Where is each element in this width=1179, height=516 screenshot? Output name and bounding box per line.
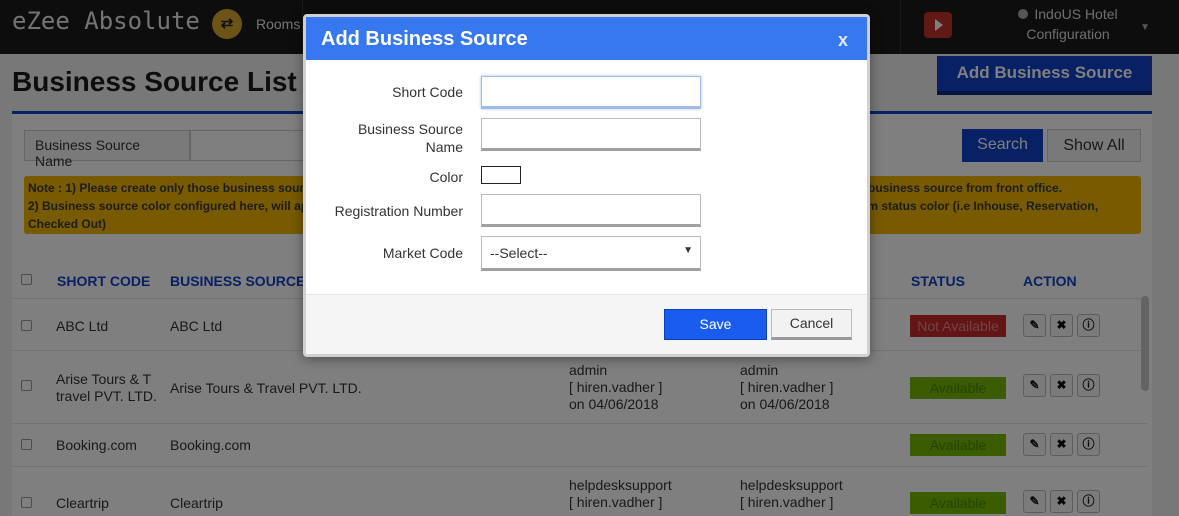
- add-business-source-dialog: Add Business Source x Short Code Busines…: [303, 14, 870, 357]
- dialog-footer: Save Cancel: [306, 294, 867, 354]
- cancel-button[interactable]: Cancel: [771, 309, 852, 340]
- dialog-header: Add Business Source x: [306, 17, 867, 60]
- color-picker[interactable]: [481, 166, 521, 184]
- market-code-select[interactable]: --Select-- ▼: [481, 236, 701, 271]
- registration-number-label: Registration Number: [334, 203, 463, 219]
- save-button[interactable]: Save: [664, 309, 767, 340]
- market-code-value: --Select--: [490, 245, 548, 261]
- registration-number-input[interactable]: [481, 194, 701, 227]
- dialog-title: Add Business Source: [321, 28, 528, 50]
- short-code-input[interactable]: [481, 76, 701, 109]
- market-code-label: Market Code: [382, 245, 463, 261]
- color-label: Color: [429, 169, 463, 185]
- business-source-name-label: Business Source Name: [357, 121, 463, 155]
- business-source-name-input[interactable]: [481, 118, 701, 151]
- close-icon[interactable]: x: [838, 30, 848, 51]
- chevron-down-icon: ▼: [683, 245, 693, 256]
- short-code-label: Short Code: [392, 84, 463, 100]
